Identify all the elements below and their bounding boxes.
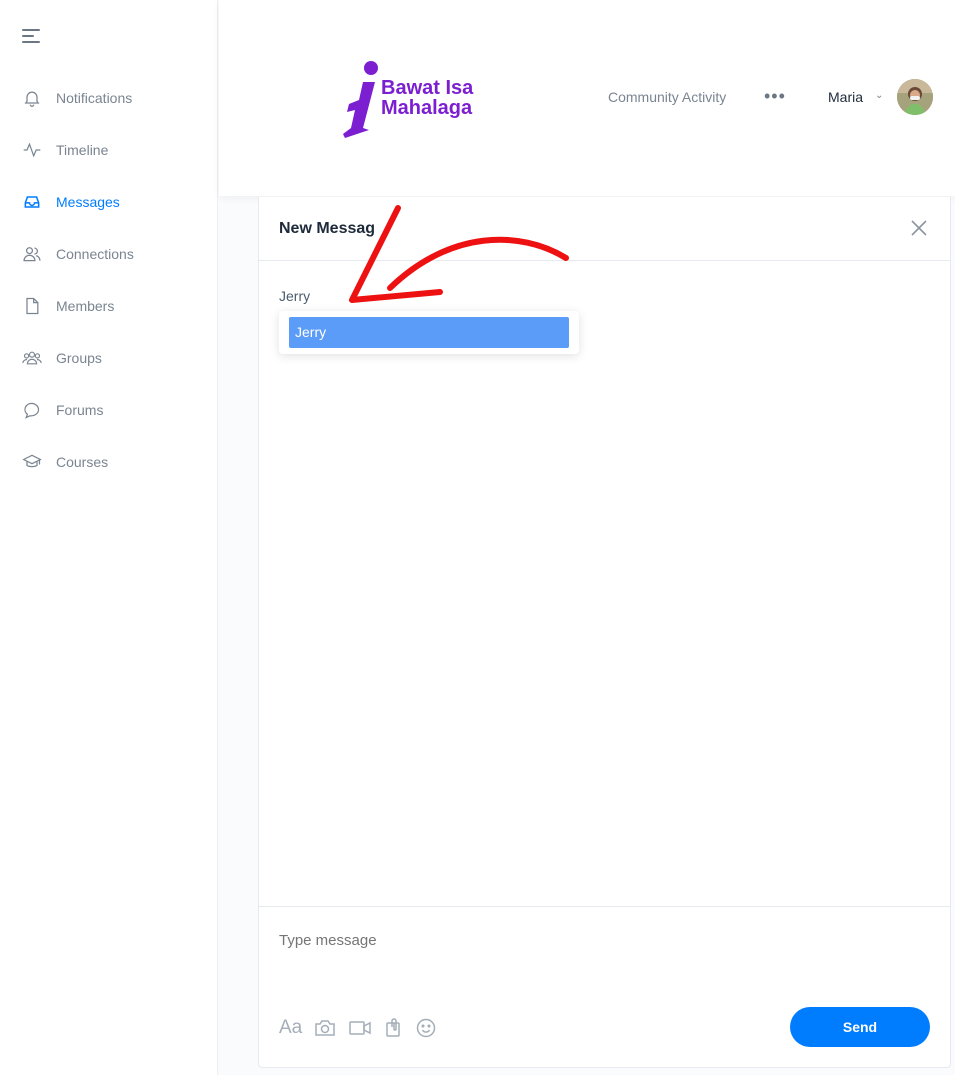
sidebar-item-connections[interactable]: Connections bbox=[0, 228, 218, 280]
more-options-icon[interactable]: ••• bbox=[764, 86, 786, 107]
video-icon[interactable] bbox=[348, 1018, 372, 1038]
community-activity-link[interactable]: Community Activity bbox=[608, 89, 726, 105]
chevron-down-icon[interactable]: ⌄ bbox=[875, 90, 883, 101]
brand-line-2: Mahalaga bbox=[381, 97, 473, 119]
sidebar-item-label: Timeline bbox=[56, 142, 109, 158]
recipient-suggestions: Jerry bbox=[279, 311, 579, 354]
brand-logo-text: Bawat Isa Mahalaga bbox=[381, 78, 473, 118]
composer-toolbar: Aa bbox=[279, 1017, 448, 1039]
message-input[interactable] bbox=[279, 929, 919, 951]
recipient-input[interactable] bbox=[279, 285, 679, 307]
panel-title: New Messag bbox=[279, 220, 376, 237]
sidebar-item-messages[interactable]: Messages bbox=[0, 176, 218, 228]
close-icon[interactable] bbox=[910, 219, 928, 237]
sidebar-item-members[interactable]: Members bbox=[0, 280, 218, 332]
brand-line-1: Bawat Isa bbox=[381, 77, 474, 99]
sidebar-item-label: Groups bbox=[56, 350, 102, 366]
camera-icon[interactable] bbox=[314, 1018, 336, 1038]
users-icon bbox=[20, 242, 44, 266]
chat-bubble-icon bbox=[20, 398, 44, 422]
sidebar-nav: Notifications Timeline Messages Connecti… bbox=[0, 72, 218, 488]
sidebar-item-label: Connections bbox=[56, 246, 134, 262]
sidebar-item-label: Courses bbox=[56, 454, 109, 470]
brand-logo-mark bbox=[343, 61, 378, 138]
sidebar-item-forums[interactable]: Forums bbox=[0, 384, 218, 436]
sidebar: Notifications Timeline Messages Connecti… bbox=[0, 0, 218, 1075]
suggestion-item[interactable]: Jerry bbox=[289, 317, 569, 348]
group-icon bbox=[20, 346, 44, 370]
new-message-panel: New Messag Jerry Aa Send bbox=[258, 197, 951, 1068]
sidebar-item-notifications[interactable]: Notifications bbox=[0, 72, 218, 124]
inbox-icon bbox=[20, 190, 44, 214]
attachment-icon[interactable] bbox=[384, 1018, 404, 1038]
avatar[interactable] bbox=[897, 79, 933, 115]
sidebar-item-timeline[interactable]: Timeline bbox=[0, 124, 218, 176]
panel-header: New Messag bbox=[259, 197, 950, 261]
brand-logo[interactable]: Bawat Isa Mahalaga bbox=[341, 60, 501, 140]
graduation-cap-icon bbox=[20, 450, 44, 474]
text-format-icon[interactable]: Aa bbox=[279, 1017, 302, 1039]
sidebar-item-label: Forums bbox=[56, 402, 104, 418]
file-icon bbox=[20, 294, 44, 318]
message-composer: Aa Send bbox=[259, 906, 950, 1067]
emoji-icon[interactable] bbox=[416, 1018, 436, 1038]
user-name[interactable]: Maria bbox=[828, 89, 863, 105]
sidebar-item-label: Messages bbox=[56, 194, 120, 210]
sidebar-item-groups[interactable]: Groups bbox=[0, 332, 218, 384]
sidebar-item-courses[interactable]: Courses bbox=[0, 436, 218, 488]
sidebar-item-label: Notifications bbox=[56, 90, 133, 106]
sidebar-item-label: Members bbox=[56, 298, 115, 314]
send-button[interactable]: Send bbox=[790, 1007, 930, 1047]
bell-icon bbox=[20, 86, 44, 110]
menu-toggle-icon[interactable] bbox=[22, 28, 42, 44]
top-header: Bawat Isa Mahalaga Community Activity ••… bbox=[219, 0, 955, 196]
pulse-icon bbox=[20, 138, 44, 162]
